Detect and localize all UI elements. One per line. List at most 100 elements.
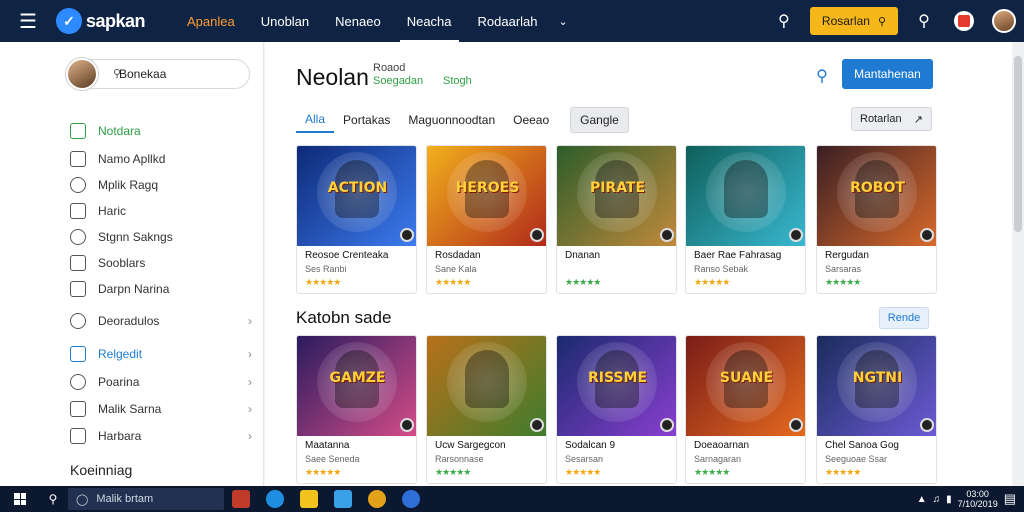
chevron-right-icon: › [248,314,252,328]
sidebar-item-label: Malik Sarna [98,402,162,416]
nav-link-4[interactable]: Neacha [394,0,465,42]
search-icon: ⚲ [113,68,122,80]
windows-icon [14,493,26,505]
game-card-artwork [427,336,546,436]
taskbar-app-store-icon[interactable] [334,490,352,508]
search-icon[interactable]: ⚲ [764,0,804,42]
tab-4[interactable]: Oeeao [504,107,558,133]
platform-badge-icon [920,228,934,242]
game-card-subtitle: Rarsonnase [435,454,484,464]
tab-5[interactable]: Gangle [570,107,629,133]
platform-badge-icon [530,418,544,432]
section-more-button[interactable]: Rende [879,307,929,329]
network-icon[interactable]: ▲ [917,494,927,505]
sidebar-item-label: Haric [98,204,127,218]
top-cta-button[interactable]: Rosarlan ⚲ [809,7,898,35]
sidebar-item-6[interactable]: Sooblars [70,252,260,274]
nav-more-chevron-down-icon[interactable]: ⌄ [551,15,576,28]
card-icon [70,428,86,444]
main-content: Neolan Roaod Soegadan Stogh ⚲ Mantahenan… [265,42,1012,486]
game-card[interactable]: ACTION Reosoe Crenteaka Ses Ranbi ★★★★★ [296,145,417,294]
tab-1[interactable]: Alla [296,107,335,133]
sidebar-item-11[interactable]: Malik Sarna › [70,398,260,420]
game-card-art-text: ROBOT [850,180,905,196]
sidebar-item-4[interactable]: Haric [70,200,260,222]
hamburger-menu-icon[interactable]: ☰ [0,0,56,42]
game-card-subtitle: Saee Seneda [305,454,360,464]
scrollbar-thumb[interactable] [1014,56,1022,232]
clock[interactable]: 03:00 7/10/2019 [958,489,998,509]
sidebar-item-2[interactable]: Namo Apllkd [70,148,260,170]
game-card-title: Rergudan [825,250,869,261]
sidebar-item-label: Poarina [98,375,140,389]
taskbar-app-mail-icon[interactable] [232,490,250,508]
game-card[interactable]: Ucw Sargegcon Rarsonnase ★★★★★ [426,335,547,484]
taskbar: ⚲ ◯ Malik brtam ▲ ♫ ▮ 03:00 7/10/2019 ▤ [0,486,1024,512]
artwork-character [465,350,509,408]
sidebar-item-1[interactable]: Notdara [70,120,260,142]
nav-link-5[interactable]: Rodaarlah [465,0,551,42]
platform-badge-icon [920,418,934,432]
game-card-art-text: PIRATE [589,180,646,196]
search-icon[interactable]: ⚲ [40,486,66,512]
sidebar-item-7[interactable]: Darpn Narina [70,278,260,300]
artwork-character [724,160,768,218]
game-card[interactable]: HEROES Rosdadan Sane Kala ★★★★★ [426,145,547,294]
game-card[interactable]: SUANE Doeaoarnan Sarnagaran ★★★★★ [685,335,806,484]
sidebar-item-label: Darpn Narina [98,282,170,296]
nav-link-3[interactable]: Nenaeo [322,0,394,42]
game-card-title: Dnanan [565,250,601,261]
logo-text: sapkan [86,10,146,31]
key-icon: ⚲ [877,15,886,28]
game-card-title: Doeaoarnan [694,440,750,451]
tab-2[interactable]: Portakas [334,107,399,133]
sidebar: ⚲ Bonekaa Notdara Namo Apllkd Mplik Ragq… [0,42,264,486]
primary-action-button[interactable]: Mantahenan [842,59,933,89]
bell-icon [70,229,86,245]
platform-badge-icon [789,418,803,432]
start-button[interactable] [0,486,40,512]
taskbar-app-folder-icon[interactable] [300,490,318,508]
volume-icon[interactable]: ♫ [933,494,941,505]
clock-time: 03:00 [966,489,989,499]
game-card[interactable]: ROBOT Rergudan Sarsaras ★★★★★ [816,145,937,294]
sidebar-item-label: Stgnn Sakngs [98,230,173,244]
game-card-subtitle: Sane Kala [435,264,477,274]
game-card-artwork [686,146,805,246]
sidebar-avatar[interactable] [66,58,98,90]
search-icon-secondary[interactable]: ⚲ [904,0,944,42]
user-avatar[interactable] [984,0,1024,42]
taskbar-app-chrome-icon[interactable] [368,490,386,508]
game-card[interactable]: GAMZE Maatanna Saee Seneda ★★★★★ [296,335,417,484]
tab-3[interactable]: Maguonnoodtan [399,107,504,133]
folder-icon [70,151,86,167]
notifications-icon[interactable]: ▤ [1004,491,1016,507]
logo[interactable]: ✓ sapkan [56,8,166,34]
nav-link-1[interactable]: Apanlea [174,0,248,42]
game-card[interactable]: RISSME Sodalcan 9 Sesarsan ★★★★★ [556,335,677,484]
game-card[interactable]: Baer Rae Fahrasag Ranso Sebak ★★★★★ [685,145,806,294]
sidebar-item-10[interactable]: Poarina › [70,371,260,393]
sidebar-item-8[interactable]: Deoradulos › [70,310,260,332]
sidebar-item-label: Deoradulos [98,314,160,328]
sidebar-item-5[interactable]: Stgnn Sakngs [70,226,260,248]
platform-badge-icon [660,418,674,432]
sidebar-item-9[interactable]: Relgedit › [70,343,260,365]
sort-dropdown[interactable]: Rotarlan ↗ [851,107,932,131]
page-title: Neolan [296,64,369,90]
taskbar-search-input[interactable]: ◯ Malik brtam [68,488,224,510]
game-card[interactable]: PIRATE Dnanan ★★★★★ [556,145,677,294]
game-card[interactable]: NGTNI Chel Sanoa Gog Seeguoae Ssar ★★★★★ [816,335,937,484]
game-card-art-text: GAMZE [329,370,386,386]
taskbar-app-globe-icon[interactable] [402,490,420,508]
sidebar-item-12[interactable]: Harbara › [70,425,260,447]
notification-icon[interactable] [944,0,984,42]
sidebar-item-label: Harbara [98,429,142,443]
search-icon[interactable]: ⚲ [810,64,834,88]
nav-link-2[interactable]: Unoblan [248,0,322,42]
taskbar-app-edge-icon[interactable] [266,490,284,508]
sidebar-item-3[interactable]: Mplik Ragq [70,174,260,196]
chevron-right-icon: › [248,429,252,443]
page-meta-green: Stogh [443,75,472,87]
battery-icon[interactable]: ▮ [946,494,952,505]
